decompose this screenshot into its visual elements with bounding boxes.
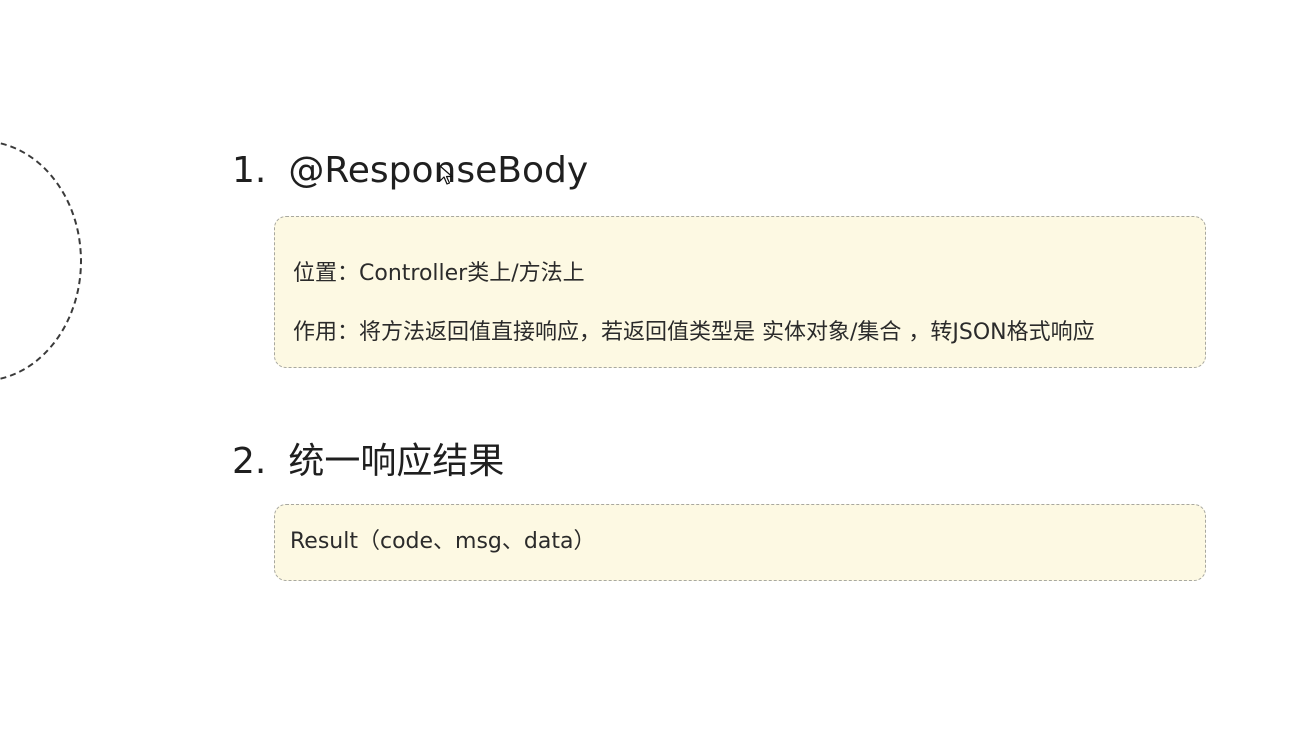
section-1-note-box: 位置：Controller类上/方法上 作用：将方法返回值直接响应，若返回值类型… [274, 216, 1206, 368]
section-2-note-box: Result（code、msg、data） [274, 504, 1206, 581]
section-2-title: 统一响应结果 [288, 441, 505, 482]
result-line: Result（code、msg、data） [290, 529, 596, 554]
position-line: 位置：Controller类上/方法上 [293, 261, 585, 286]
purpose-line: 作用：将方法返回值直接响应，若返回值类型是 实体对象/集合 ，转JSON格式响应 [293, 320, 1095, 345]
section-1-number: 1. [232, 150, 267, 191]
section-2-heading: 2. 统一响应结果 [232, 444, 504, 480]
decorative-dashed-circle [0, 140, 82, 382]
section-1-heading: 1. @ResponseBody [232, 153, 588, 189]
slide: 1. @ResponseBody 位置：Controller类上/方法上 作用：将… [0, 0, 1300, 731]
mouse-pointer-icon [439, 165, 453, 185]
section-2-number: 2. [232, 441, 267, 482]
